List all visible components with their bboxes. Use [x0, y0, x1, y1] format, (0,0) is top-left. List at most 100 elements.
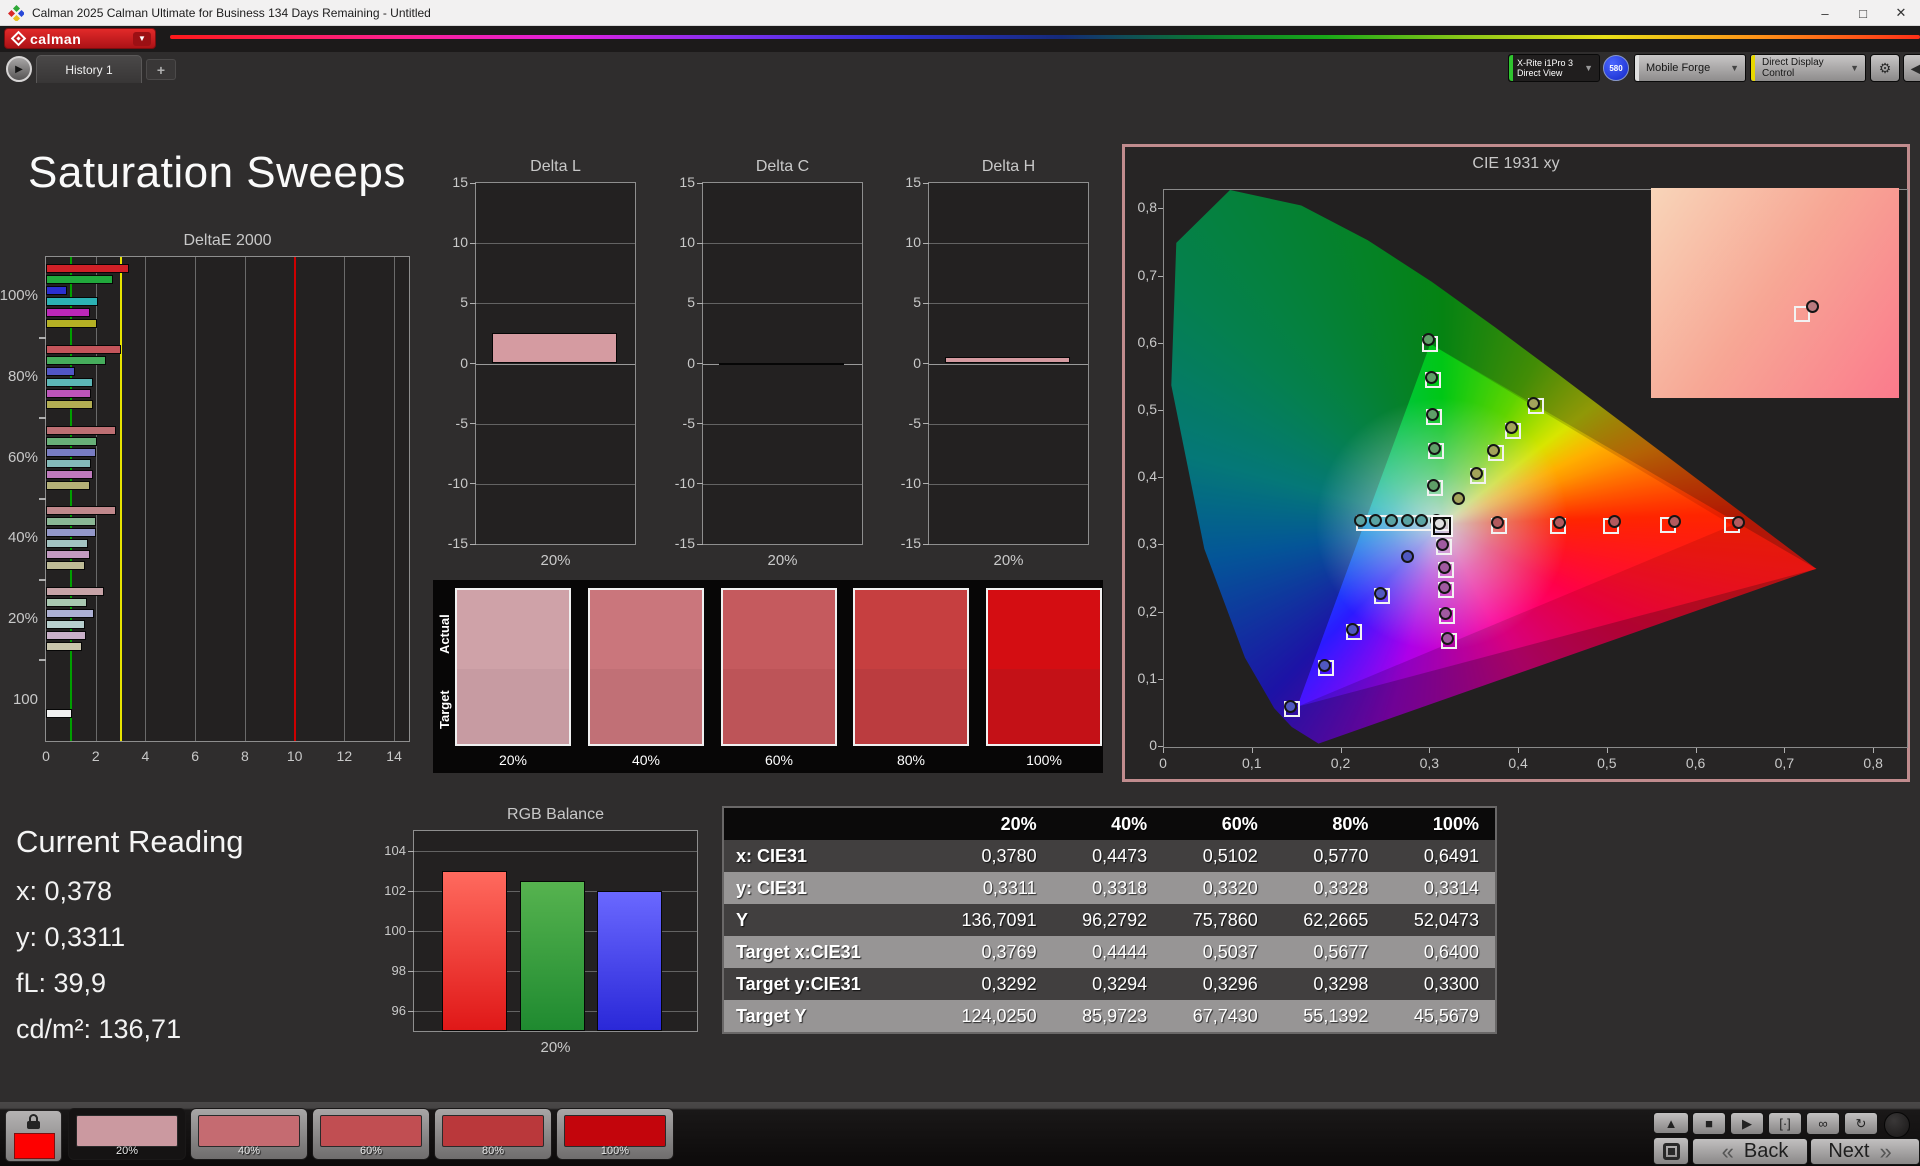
pattern-swatch — [564, 1115, 666, 1147]
y-tick-label: -10 — [436, 475, 468, 491]
value-cell: 62,2665 — [1274, 904, 1385, 936]
pattern-tile-40[interactable]: 40% — [190, 1108, 308, 1160]
back-button[interactable]: « Back — [1692, 1138, 1808, 1165]
value-cell: 0,3320 — [1163, 872, 1274, 904]
calman-logo-text: calman — [30, 31, 133, 47]
row-label: Target x:CIE31 — [724, 936, 942, 968]
group-label: 40% — [0, 529, 38, 546]
chevron-down-icon[interactable]: ▼ — [133, 32, 151, 46]
target-row-label: Target — [437, 672, 452, 748]
pattern-lock-tile[interactable] — [5, 1110, 62, 1162]
y-tick-label: 102 — [372, 883, 406, 898]
display-control-dropdown[interactable]: Direct Display Control ▼ — [1750, 54, 1866, 82]
swatch-pair — [986, 588, 1102, 746]
tab-history-1[interactable]: History 1 — [36, 55, 142, 83]
rainbow-gradient-bar — [170, 35, 1920, 39]
measured-point-yellow — [1452, 492, 1465, 505]
axis-tick — [1518, 748, 1519, 753]
inset-measured-point — [1806, 300, 1819, 313]
measured-point-magenta — [1438, 581, 1451, 594]
axis-tick — [923, 183, 929, 184]
pattern-tile-80[interactable]: 80% — [434, 1108, 552, 1160]
step-button[interactable]: [·] — [1768, 1112, 1802, 1135]
pattern-window-button[interactable] — [1653, 1137, 1689, 1165]
y-tick-label: 0 — [663, 355, 695, 371]
y-tick-label: 0,1 — [1127, 670, 1157, 686]
maximize-button[interactable]: □ — [1844, 0, 1882, 26]
value-cell: 0,5770 — [1274, 840, 1385, 872]
x-tick-label: 4 — [131, 748, 159, 764]
axis-tick — [923, 423, 929, 424]
play-button[interactable]: ▶ — [1730, 1112, 1764, 1135]
group-label: 100% — [0, 287, 38, 304]
y-tick-label: 10 — [889, 234, 921, 250]
axis-tick — [470, 183, 476, 184]
app-icon — [8, 5, 24, 21]
value-cell: 124,0250 — [942, 1000, 1053, 1032]
measured-point-blue — [1284, 700, 1297, 713]
deltae-bar — [46, 561, 85, 570]
chevron-down-icon: ▼ — [1724, 63, 1745, 73]
y-tick-label: 0,4 — [1127, 468, 1157, 484]
group-label: 20% — [0, 610, 38, 627]
target-swatch — [855, 669, 967, 744]
y-tick-label: -5 — [436, 415, 468, 431]
next-button[interactable]: Next » — [1810, 1138, 1920, 1165]
actual-swatch — [988, 590, 1100, 669]
y-tick-label: 98 — [372, 963, 406, 978]
axis-tick — [1158, 746, 1163, 747]
settings-button[interactable]: ⚙ — [1870, 54, 1900, 82]
meter-dropdown[interactable]: X-Rite i1Pro 3 Direct View ▼ — [1508, 54, 1600, 82]
value-cell: 0,3780 — [942, 840, 1053, 872]
column-header: 40% — [1053, 808, 1164, 840]
axis-tick — [408, 971, 414, 972]
measured-point-yellow — [1487, 444, 1500, 457]
status-led — [1884, 1112, 1910, 1138]
measured-point-magenta — [1438, 561, 1451, 574]
y-tick-label: 0,3 — [1127, 535, 1157, 551]
meter-status-badge[interactable]: 580 — [1603, 55, 1629, 81]
rgb-balance-chart: 104102100989620% — [413, 830, 698, 1032]
loop-button[interactable]: ↻ — [1844, 1112, 1878, 1135]
measured-point-red — [1668, 515, 1681, 528]
value-cell: 52,0473 — [1384, 904, 1495, 936]
value-cell: 0,6400 — [1384, 936, 1495, 968]
axis-tick — [697, 183, 703, 184]
x-tick-label: 14 — [380, 748, 408, 764]
group-label: 60% — [0, 449, 38, 466]
add-tab-button[interactable]: + — [146, 59, 176, 80]
x-category-label: 20% — [703, 552, 862, 569]
value-cell: 0,3328 — [1274, 872, 1385, 904]
calman-logo-button[interactable]: calman ▼ — [4, 28, 156, 49]
calman-diamond-icon — [11, 31, 27, 47]
pattern-tile-20[interactable]: 20% — [68, 1108, 186, 1160]
close-button[interactable]: ✕ — [1882, 0, 1920, 26]
group-label: 100 — [0, 691, 38, 708]
axis-tick — [1696, 748, 1697, 753]
pattern-tile-100[interactable]: 100% — [556, 1108, 674, 1160]
source-dropdown[interactable]: Mobile Forge ▼ — [1634, 54, 1746, 82]
collapse-panel-button[interactable]: ◀ — [1903, 54, 1920, 82]
y-tick-label: -10 — [663, 475, 695, 491]
row-label: Y — [724, 904, 942, 936]
target-swatch — [988, 669, 1100, 744]
source-label: Mobile Forge — [1639, 62, 1724, 74]
back-label: Back — [1744, 1140, 1788, 1163]
deltae-bar — [46, 367, 75, 376]
measured-point-cyan — [1385, 514, 1398, 527]
deltae-bar — [46, 264, 129, 273]
swatch-label: 40% — [588, 752, 704, 768]
measurement-table: 20%40%60%80%100%x: CIE310,37800,44730,51… — [722, 806, 1497, 1034]
corner-cell — [724, 808, 942, 840]
y-tick-label: 104 — [372, 843, 406, 858]
infinity-button[interactable]: ∞ — [1806, 1112, 1840, 1135]
gridline — [414, 851, 697, 852]
expand-up-button[interactable]: ▲ — [1653, 1112, 1689, 1134]
meter-name: X-Rite i1Pro 3 — [1517, 58, 1578, 68]
gridline — [245, 257, 246, 741]
page-title: Saturation Sweeps — [28, 148, 406, 198]
minimize-button[interactable]: – — [1806, 0, 1844, 26]
pattern-tile-60[interactable]: 60% — [312, 1108, 430, 1160]
stop-button[interactable]: ■ — [1692, 1112, 1726, 1135]
history-expand-button[interactable]: ▶ — [6, 56, 32, 82]
